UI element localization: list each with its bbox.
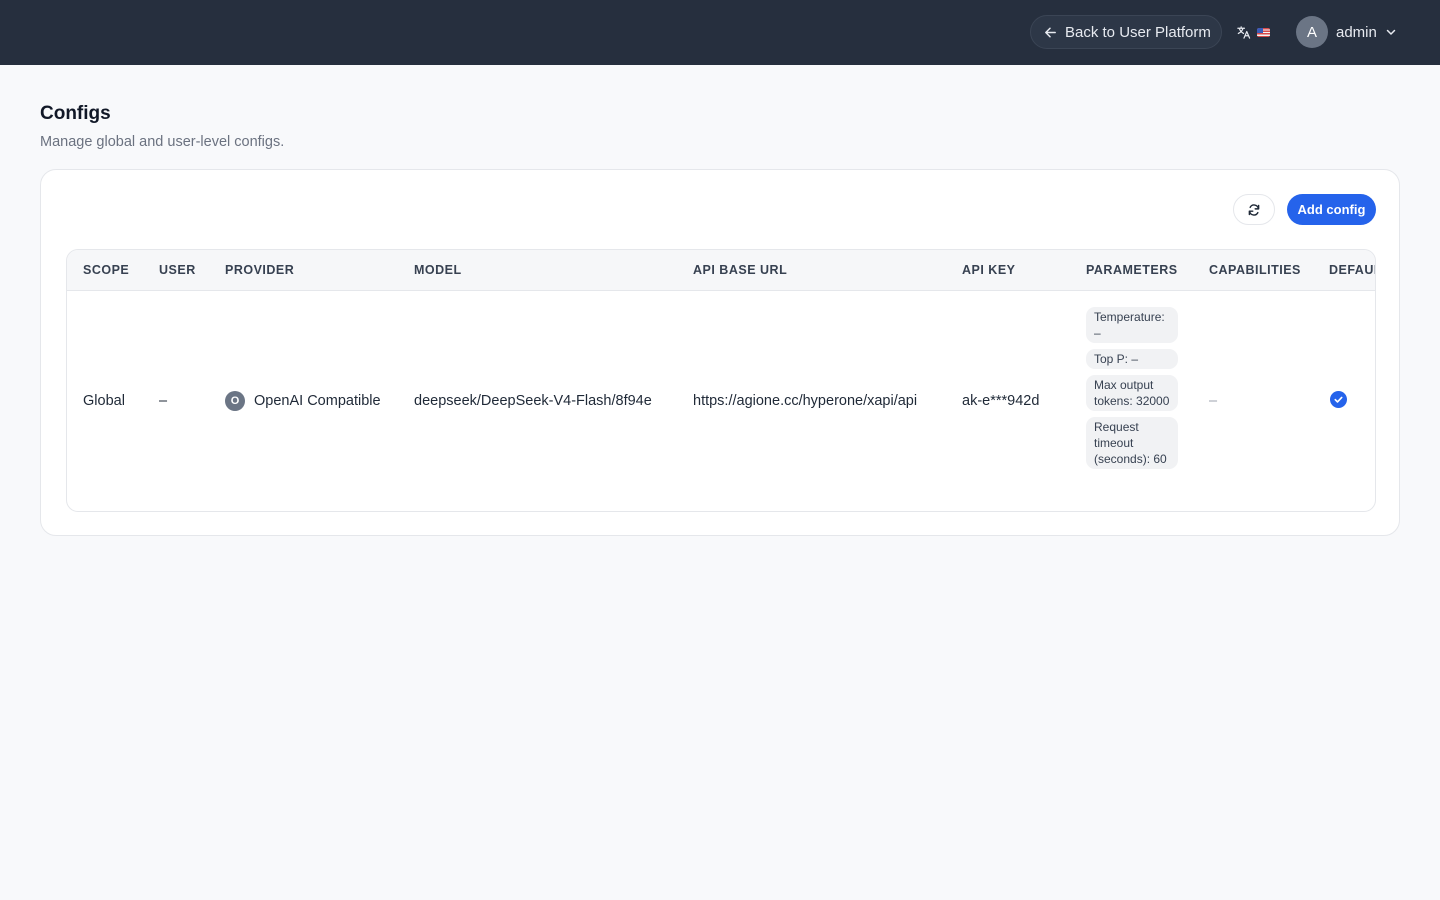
column-header-api-key[interactable]: API KEY (962, 263, 1016, 277)
table-header: SCOPE USER PROVIDER MODEL API BASE URL A… (67, 250, 1375, 291)
model-cell: deepseek/DeepSeek-V4-Flash/8f94e (414, 393, 652, 409)
user-menu[interactable]: A admin (1296, 16, 1406, 48)
page-title: Configs (40, 103, 111, 124)
api-key-cell: ak-e***942d (962, 393, 1040, 409)
arrow-left-icon (1045, 27, 1056, 37)
us-flag-icon (1257, 27, 1270, 37)
configs-card: Add config SCOPE USER PROVIDER MODEL API… (40, 169, 1400, 536)
column-header-model[interactable]: MODEL (414, 263, 462, 277)
username: admin (1336, 23, 1377, 41)
column-header-provider[interactable]: PROVIDER (225, 263, 294, 277)
parameter-chip-max-output-tokens: Max output tokens: 32000 (1086, 375, 1178, 411)
column-header-user[interactable]: USER (159, 263, 196, 277)
refresh-button[interactable] (1233, 194, 1275, 225)
translate-icon (1237, 25, 1251, 39)
api-base-url-cell: https://agione.cc/hyperone/xapi/api (693, 393, 918, 409)
back-button-label: Back to User Platform (1065, 23, 1211, 41)
add-config-button[interactable]: Add config (1287, 194, 1376, 225)
parameter-chip-top-p: Top P: – (1086, 349, 1178, 369)
parameter-chip-temperature: Temperature: – (1086, 307, 1178, 343)
table-row[interactable]: Global – O OpenAI Compatible deepseek/De… (67, 291, 1375, 511)
language-switcher[interactable] (1236, 22, 1276, 42)
column-header-default[interactable]: DEFAUL (1329, 263, 1375, 277)
provider-name: OpenAI Compatible (254, 393, 381, 409)
column-header-api-base-url[interactable]: API BASE URL (693, 263, 787, 277)
page-subtitle: Manage global and user-level configs. (40, 134, 285, 150)
parameter-chip-request-timeout: Request timeout (seconds): 60 (1086, 417, 1178, 469)
capabilities-cell: – (1209, 393, 1218, 409)
scope-cell: Global (83, 393, 125, 409)
default-check-icon (1330, 391, 1347, 408)
refresh-icon (1248, 203, 1260, 216)
configs-table: SCOPE USER PROVIDER MODEL API BASE URL A… (66, 249, 1376, 512)
column-header-parameters[interactable]: PARAMETERS (1086, 263, 1178, 277)
column-header-scope[interactable]: SCOPE (83, 263, 129, 277)
column-header-capabilities[interactable]: CAPABILITIES (1209, 263, 1301, 277)
top-navigation-bar: Back to User Platform A admin (0, 0, 1440, 65)
user-cell: – (159, 393, 168, 409)
avatar: A (1296, 16, 1328, 48)
chevron-down-icon (1386, 29, 1396, 35)
provider-cell: O OpenAI Compatible (225, 391, 381, 411)
back-to-user-platform-button[interactable]: Back to User Platform (1030, 15, 1222, 49)
provider-icon: O (225, 391, 245, 411)
parameters-cell: Temperature: – Top P: – Max output token… (1086, 307, 1178, 475)
